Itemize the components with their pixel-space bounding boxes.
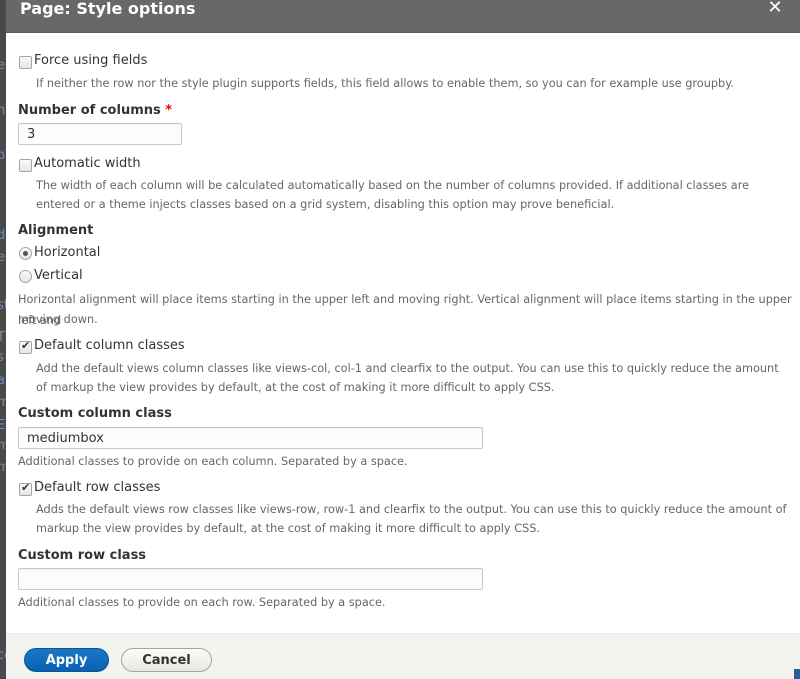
default-row-classes-label: Default row classes [34,480,161,495]
style-options-dialog: Page: Style options ✕ Force using fields… [6,0,800,679]
default-row-classes-description-2: markup the view provides by default, at … [36,522,541,535]
default-column-classes-checkbox[interactable] [19,339,32,354]
apply-button[interactable]: Apply [24,648,109,672]
default-column-classes-description-2: of markup the view provides by default, … [36,381,555,394]
automatic-width-checkbox[interactable] [19,159,32,172]
dialog-title: Page: Style options [20,0,196,18]
alignment-vertical-label: Vertical [34,268,83,283]
custom-row-class-input[interactable] [18,568,483,590]
force-fields-label: Force using fields [34,53,148,68]
background-text: e [0,58,5,73]
background-text: e [0,250,5,265]
default-column-classes-description-1: Add the default views column classes lik… [36,362,779,375]
columns-input[interactable] [18,123,182,145]
dialog-content: Force using fields If neither the row no… [6,33,800,633]
background-text: o [0,148,5,163]
alignment-horizontal-label: Horizontal [34,245,101,260]
background-text: d [0,228,6,243]
alignment-description-2: moving down. [18,313,98,326]
automatic-width-label: Automatic width [34,156,141,171]
automatic-width-description-2: entered or a theme injects classes based… [36,198,615,211]
custom-column-class-input[interactable] [18,427,483,449]
force-fields-description: If neither the row nor the style plugin … [36,77,734,90]
alignment-horizontal-radio[interactable] [19,247,32,260]
automatic-width-description-1: The width of each column will be calcula… [36,179,750,192]
default-row-classes-checkbox[interactable] [19,481,32,496]
dialog-footer: Apply Cancel [6,633,800,679]
cancel-button[interactable]: Cancel [121,648,212,672]
columns-label-text: Number of columns [18,103,161,118]
dialog-titlebar: Page: Style options ✕ [6,0,800,33]
background-text: a [0,373,5,388]
background-text: s [0,350,4,365]
default-column-classes-label: Default column classes [34,338,185,353]
alignment-description-1: Horizontal alignment will place items st… [18,293,792,327]
default-row-classes-description-1: Adds the default views row classes like … [36,503,787,516]
required-marker: * [165,103,173,118]
columns-label: Number of columns * [18,103,172,118]
close-icon[interactable]: ✕ [764,0,786,19]
alignment-vertical-radio[interactable] [19,270,32,283]
background-text: n [0,103,6,118]
custom-row-class-label: Custom row class [18,548,147,563]
force-fields-checkbox[interactable] [19,56,32,69]
custom-column-class-label: Custom column class [18,406,172,421]
custom-row-class-description: Additional classes to provide on each ro… [18,596,386,609]
custom-column-class-description: Additional classes to provide on each co… [18,455,408,468]
alignment-label: Alignment [18,223,94,238]
